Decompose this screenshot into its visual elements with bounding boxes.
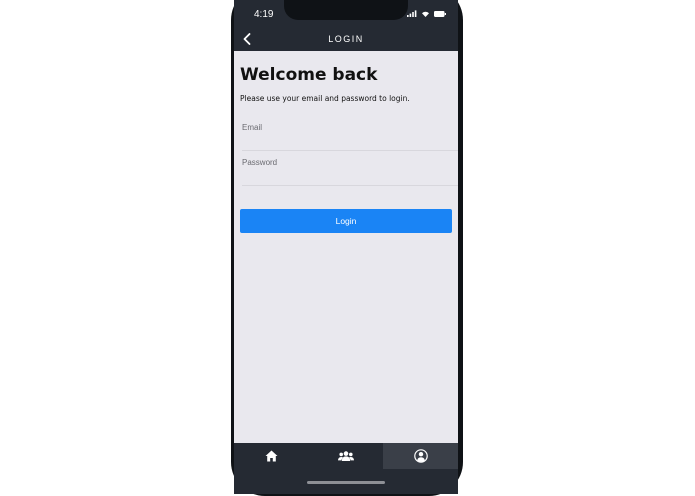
nav-title: LOGIN <box>328 34 364 44</box>
tab-home[interactable] <box>234 443 308 469</box>
home-icon <box>265 450 277 462</box>
home-indicator <box>307 481 385 484</box>
status-icons <box>407 10 446 17</box>
notch <box>284 0 408 20</box>
tab-profile[interactable] <box>383 443 458 469</box>
signal-icon <box>407 10 417 17</box>
page-subtitle: Please use your email and password to lo… <box>240 94 410 103</box>
nav-bar: LOGIN <box>234 26 458 51</box>
email-field[interactable] <box>242 121 458 151</box>
status-time: 4:19 <box>254 9 274 20</box>
status-bar: 4:19 <box>234 0 458 26</box>
people-icon <box>337 451 354 461</box>
password-field[interactable] <box>242 156 458 186</box>
battery-icon <box>434 10 446 17</box>
tab-bar <box>234 443 458 494</box>
user-icon <box>413 449 428 463</box>
login-button[interactable]: Login <box>240 209 452 233</box>
page-title: Welcome back <box>240 65 378 85</box>
wifi-icon <box>422 11 429 17</box>
app-screen: 4:19 LOGIN Welcome back Please use your … <box>234 0 458 494</box>
tab-people[interactable] <box>308 443 383 469</box>
